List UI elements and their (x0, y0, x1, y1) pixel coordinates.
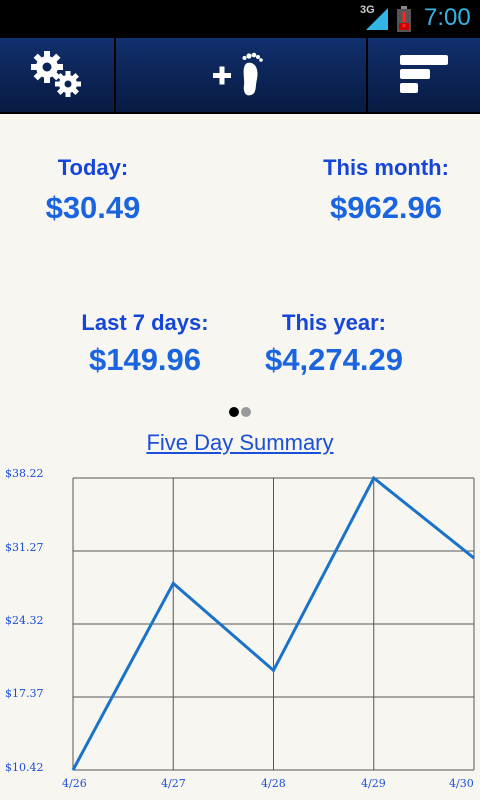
data-point (172, 582, 174, 584)
month-label: This month: (323, 155, 449, 180)
month-value: $962.96 (329, 190, 443, 225)
settings-button[interactable] (0, 38, 114, 112)
add-footprint-icon (213, 52, 263, 96)
data-point (273, 669, 274, 671)
signal-icon (366, 8, 388, 30)
battery-alert-icon (397, 6, 411, 32)
data-point (473, 557, 475, 559)
bars-chart-icon (400, 55, 448, 93)
clock: 7:00 (424, 4, 471, 31)
week-label: Last 7 days: (81, 310, 209, 335)
page-indicator-dot-active (229, 407, 239, 417)
today-label: Today: (57, 155, 129, 180)
five-day-summary-link[interactable]: Five Day Summary (0, 430, 480, 456)
week-value: $149.96 (88, 342, 202, 377)
year-value: $4,274.29 (265, 342, 403, 377)
data-point (373, 477, 375, 479)
five-day-chart (71, 475, 475, 771)
reports-button[interactable] (368, 38, 480, 112)
status-bar: 3G 7:00 (0, 0, 480, 38)
data-point (72, 769, 74, 771)
action-bar (0, 38, 480, 114)
year-label: This year: (282, 310, 386, 335)
gears-icon (31, 51, 81, 97)
page-indicator-dot (241, 407, 251, 417)
add-entry-button[interactable] (116, 38, 366, 112)
today-value: $30.49 (45, 190, 141, 225)
